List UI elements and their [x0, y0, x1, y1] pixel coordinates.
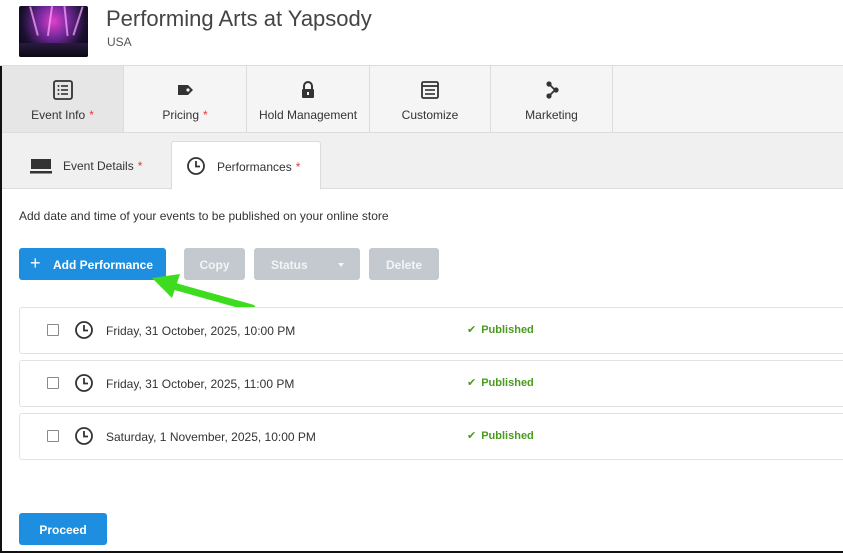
- performance-datetime: Friday, 31 October, 2025, 10:00 PM: [106, 324, 296, 338]
- event-thumbnail: [19, 6, 88, 57]
- required-marker: *: [137, 159, 143, 173]
- performance-row[interactable]: Friday, 31 October, 2025, 10:00 PM ✔ Publ…: [19, 307, 843, 354]
- performance-datetime: Friday, 31 October, 2025, 11:00 PM: [106, 377, 295, 391]
- tab-customize[interactable]: Customize: [370, 66, 491, 132]
- clock-icon: [187, 157, 205, 175]
- clock-icon: [75, 374, 93, 392]
- checkmark-icon: ✔: [467, 377, 477, 389]
- tag-icon: [178, 85, 193, 95]
- tab-event-info[interactable]: Event Info *: [2, 66, 124, 132]
- event-header: Performing Arts at Yapsody USA: [0, 0, 843, 66]
- required-marker: *: [295, 160, 301, 174]
- performance-row[interactable]: Saturday, 1 November, 2025, 10:00 PM ✔ Pu…: [19, 413, 843, 460]
- required-marker: *: [203, 108, 208, 122]
- tab-performances[interactable]: Performances *: [171, 141, 321, 190]
- clock-icon: [75, 321, 93, 339]
- checkmark-icon: ✔: [467, 324, 477, 336]
- add-performance-label: Add Performance: [53, 258, 154, 272]
- performances-description: Add date and time of your events to be p…: [19, 209, 389, 223]
- copy-label: Copy: [199, 258, 230, 272]
- proceed-button[interactable]: Proceed: [19, 513, 107, 545]
- delete-label: Delete: [385, 258, 423, 272]
- tab-pricing[interactable]: Pricing *: [124, 66, 247, 132]
- tab-marketing-label: Marketing: [525, 108, 578, 122]
- monitor-icon: [30, 159, 52, 174]
- sub-tab-bar: Event Details * Performances *: [2, 133, 843, 190]
- status-badge: ✔ Published: [467, 323, 534, 336]
- checkmark-icon: ✔: [467, 430, 477, 442]
- row-checkbox[interactable]: [47, 324, 59, 336]
- performance-datetime: Saturday, 1 November, 2025, 10:00 PM: [106, 430, 316, 444]
- tab-hold-management-label: Hold Management: [258, 108, 358, 122]
- status-text: Published: [481, 377, 534, 389]
- delete-button[interactable]: Delete: [369, 248, 439, 280]
- caret-down-icon: [338, 263, 344, 267]
- add-performance-button[interactable]: + Add Performance: [19, 248, 166, 280]
- layout-icon: [421, 81, 439, 99]
- tab-event-details-label: Event Details: [63, 159, 134, 173]
- tab-performances-label: Performances: [217, 160, 292, 174]
- main-tab-bar: Event Info * Pricing * Hold Management Cus…: [2, 66, 843, 133]
- tab-event-details[interactable]: Event Details *: [16, 141, 171, 189]
- lock-icon: [302, 81, 314, 98]
- performance-row[interactable]: Friday, 31 October, 2025, 11:00 PM ✔ Publ…: [19, 360, 843, 407]
- clock-icon: [75, 427, 93, 445]
- tab-hold-management[interactable]: Hold Management: [247, 66, 370, 132]
- status-badge: ✔ Published: [467, 429, 534, 442]
- event-title: Performing Arts at Yapsody: [106, 6, 372, 31]
- row-checkbox[interactable]: [47, 430, 59, 442]
- status-label: Status: [271, 258, 308, 272]
- row-checkbox[interactable]: [47, 377, 59, 389]
- status-dropdown-button[interactable]: Status: [254, 248, 360, 280]
- list-icon: [52, 80, 73, 100]
- tab-marketing[interactable]: Marketing: [491, 66, 613, 132]
- tab-pricing-label: Pricing: [162, 108, 199, 122]
- event-location: USA: [107, 35, 132, 49]
- status-text: Published: [481, 430, 534, 442]
- share-icon: [545, 81, 559, 99]
- proceed-label: Proceed: [39, 523, 87, 537]
- plus-icon: +: [30, 253, 41, 273]
- tab-customize-label: Customize: [401, 108, 459, 122]
- tab-event-info-label: Event Info: [31, 108, 86, 122]
- required-marker: *: [89, 108, 94, 122]
- status-badge: ✔ Published: [467, 376, 534, 389]
- status-text: Published: [481, 324, 534, 336]
